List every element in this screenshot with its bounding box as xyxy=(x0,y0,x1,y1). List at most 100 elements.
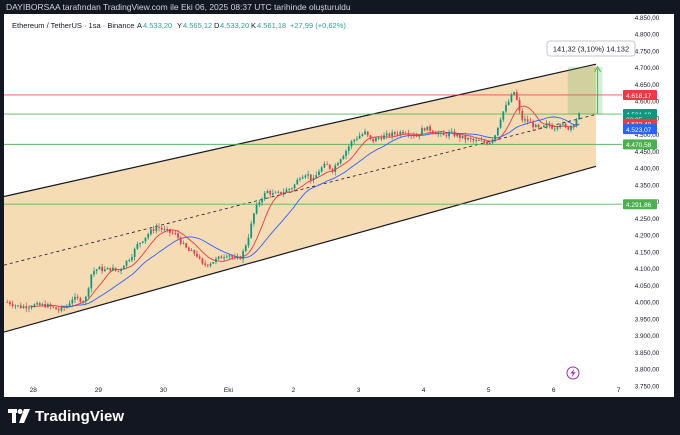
candle-body xyxy=(524,119,526,121)
candle-body xyxy=(158,227,160,228)
price-tick-label: 4.050,00 xyxy=(635,283,660,290)
price-tick-label: 4.800,00 xyxy=(635,32,660,39)
candle-body xyxy=(402,131,404,134)
candle-body xyxy=(201,258,204,264)
candle-body xyxy=(147,234,150,238)
candle-body xyxy=(353,139,356,142)
price-tick-label: 4.450,00 xyxy=(635,149,660,156)
candle-body xyxy=(101,266,104,272)
price-tick-label: 4.200,00 xyxy=(635,233,660,240)
candle-body xyxy=(309,174,312,181)
price-tick-label: 4.000,00 xyxy=(635,300,660,307)
time-tick-label: 2 xyxy=(292,387,296,394)
candle-body xyxy=(564,123,567,128)
candle-body xyxy=(518,99,521,112)
candle-body xyxy=(68,303,71,306)
candle-body xyxy=(347,146,350,151)
candle-body xyxy=(358,135,361,139)
candle-body xyxy=(459,134,461,139)
candle-body xyxy=(532,122,534,128)
candle-body xyxy=(464,135,467,140)
candle-body xyxy=(315,175,318,179)
candle-body xyxy=(90,274,93,289)
candle-body xyxy=(328,164,331,169)
candle-body xyxy=(545,123,548,126)
legend-symbol: Ethereum / TetherUS · 1sa · Binance xyxy=(12,21,134,30)
candle-body xyxy=(290,188,293,189)
candle-body xyxy=(255,204,258,214)
candle-body xyxy=(25,306,28,309)
candle-body xyxy=(418,135,421,137)
candle-body xyxy=(133,248,136,258)
tradingview-brand[interactable]: TradingView xyxy=(8,406,124,426)
candle-body xyxy=(507,101,510,106)
candle-body xyxy=(350,141,353,147)
candle-body xyxy=(280,191,282,195)
candle-body xyxy=(567,127,570,130)
chart-svg[interactable]: 4.850,00 4.800,00 4.750,00 4.700,00 4.650,00… xyxy=(3,14,674,397)
candle-body xyxy=(103,269,106,272)
candle-body xyxy=(488,142,491,145)
candle-body xyxy=(337,163,339,166)
candle-body xyxy=(236,256,239,259)
candle-body xyxy=(526,119,529,122)
candle-body xyxy=(404,133,407,135)
tradingview-logo-icon xyxy=(8,409,30,423)
candle-body xyxy=(559,124,562,128)
candle-body xyxy=(578,113,581,120)
candle-body xyxy=(33,304,36,307)
candle-body xyxy=(17,305,19,307)
candle-body xyxy=(228,255,231,257)
candle-body xyxy=(131,257,133,261)
time-tick-label: Eki xyxy=(224,387,233,394)
candle-body xyxy=(258,202,261,205)
candle-body xyxy=(296,179,299,185)
candle-body xyxy=(369,135,372,139)
candle-body xyxy=(483,140,486,143)
price-tick-label: 3.950,00 xyxy=(635,316,660,323)
candle-body xyxy=(366,131,369,136)
candle-body xyxy=(570,125,572,130)
candle-body xyxy=(274,192,277,194)
candle-body xyxy=(253,213,255,224)
candle-body xyxy=(93,270,95,275)
candle-body xyxy=(125,260,128,266)
candle-body xyxy=(242,251,244,260)
candle-body xyxy=(47,304,49,308)
candle-body xyxy=(185,243,188,248)
candle-body xyxy=(120,268,122,272)
candle-body xyxy=(293,184,296,189)
candle-body xyxy=(41,304,44,306)
candle-body xyxy=(231,255,234,258)
price-tag-label: 4.618,17 xyxy=(626,93,652,100)
candle-body xyxy=(440,132,442,134)
price-tag-label: 4.470,58 xyxy=(626,142,652,149)
candle-body xyxy=(304,175,307,178)
candle-body xyxy=(82,301,85,303)
candle-body xyxy=(79,298,82,302)
candle-body xyxy=(423,128,426,131)
candle-body xyxy=(572,125,575,126)
candle-body xyxy=(193,250,196,254)
price-tick-label: 4.700,00 xyxy=(635,65,660,72)
candle-body xyxy=(421,128,423,136)
price-tick-label: 4.250,00 xyxy=(635,216,660,223)
candle-body xyxy=(269,190,272,195)
candle-body xyxy=(472,139,475,141)
candle-body xyxy=(266,190,269,194)
price-tick-label: 3.750,00 xyxy=(635,383,660,390)
candle-body xyxy=(502,111,505,120)
time-tick-label: 4 xyxy=(422,387,426,394)
price-tick-label: 4.650,00 xyxy=(635,82,660,89)
candle-body xyxy=(515,92,518,100)
lightning-icon[interactable] xyxy=(566,366,580,380)
candle-body xyxy=(478,140,480,141)
candle-body xyxy=(534,124,537,128)
candle-body xyxy=(84,296,87,302)
legend-close-value: 4.561,18 xyxy=(257,21,286,30)
candle-body xyxy=(396,133,399,135)
candle-body xyxy=(109,267,112,271)
candle-body xyxy=(6,301,9,303)
candle-body xyxy=(196,253,198,257)
candle-body xyxy=(76,296,79,299)
